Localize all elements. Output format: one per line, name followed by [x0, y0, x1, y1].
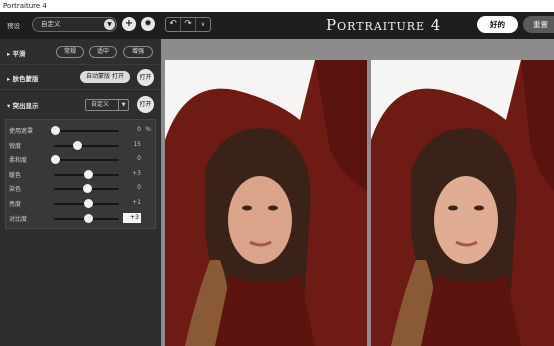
- enhance-mode-value: 自定义: [91, 101, 110, 108]
- slider-track[interactable]: [54, 159, 119, 162]
- preset-value: 自定义: [41, 20, 61, 28]
- slider-value: +1: [132, 199, 141, 206]
- skin-mask-toggle[interactable]: 打开: [137, 69, 154, 86]
- slider-knob[interactable]: [84, 169, 94, 179]
- slider-row: 使用遮罩 0%: [6, 124, 157, 137]
- slider-knob[interactable]: [84, 213, 94, 223]
- slider-knob[interactable]: [51, 155, 61, 165]
- section-smooth: ▸ 平滑 常规 适中 增强: [0, 43, 161, 61]
- section-smooth-title[interactable]: ▸ 平滑: [7, 48, 26, 58]
- slider-track[interactable]: [54, 130, 119, 132]
- portrait-image: [165, 60, 367, 346]
- auto-mask-button[interactable]: 自动蒙版 打开: [80, 71, 130, 83]
- slider-row: 亮度 +1: [6, 197, 157, 210]
- undo-button[interactable]: ↶: [166, 18, 181, 31]
- smooth-medium-button[interactable]: 适中: [89, 46, 117, 58]
- preset-label: 预设: [7, 22, 20, 30]
- preview-area: [161, 39, 554, 346]
- slider-track[interactable]: [54, 144, 119, 147]
- chevron-down-icon: ▼: [118, 100, 128, 110]
- slider-knob[interactable]: [72, 140, 82, 150]
- enhance-toggle[interactable]: 打开: [137, 96, 154, 113]
- settings-sidebar: ▸ 平滑 常规 适中 增强 ▸ 肤色蒙版 自动蒙版 打开 打开 ▾ 突出显示 打…: [0, 39, 161, 346]
- slider-value: 0: [137, 126, 141, 133]
- reset-button[interactable]: 重置: [523, 16, 554, 33]
- slider-value-input[interactable]: +3: [123, 212, 141, 223]
- toolbar: 预设 自定义 ▼ + ✹ ↶ ↷ ∨ Portraiture 4 好的 重置: [0, 12, 554, 39]
- slider-knob[interactable]: [83, 199, 93, 208]
- slider-label: 染色: [9, 186, 22, 194]
- app-title: Portraiture 4: [326, 16, 442, 34]
- slider-value: +3: [132, 169, 141, 177]
- processed-preview-image[interactable]: [371, 60, 554, 346]
- history-controls: ↶ ↷ ∨: [165, 17, 211, 32]
- divider: [0, 89, 161, 90]
- slider-label: 亮度: [9, 201, 22, 208]
- slider-label: 暖色: [9, 171, 22, 179]
- redo-button[interactable]: ↷: [181, 18, 196, 31]
- preset-select[interactable]: 自定义 ▼: [32, 17, 117, 32]
- section-skin-mask-title[interactable]: ▸ 肤色蒙版: [7, 73, 39, 83]
- chevron-down-icon: ▼: [104, 19, 115, 30]
- slider-row: 暖色 +3: [6, 168, 157, 181]
- slider-row: 锐度 15: [6, 139, 157, 152]
- slider-row: 染色 0: [6, 182, 157, 195]
- slider-row: 柔和度 0: [6, 153, 157, 166]
- enhance-slider-panel: 使用遮罩 0% 锐度 15 柔和度 0 暖色 +3 染色 0 亮度 +1 对比度 +3: [5, 119, 156, 229]
- slider-value: 0: [137, 155, 141, 163]
- slider-label: 对比度: [9, 215, 28, 223]
- gear-icon[interactable]: ✹: [141, 17, 155, 31]
- slider-knob[interactable]: [82, 184, 92, 194]
- smooth-normal-button[interactable]: 常规: [56, 46, 84, 58]
- slider-label: 锐度: [9, 142, 22, 150]
- slider-value: 15: [133, 140, 141, 148]
- ok-button[interactable]: 好的: [477, 16, 518, 33]
- smooth-strong-button[interactable]: 增强: [123, 46, 153, 58]
- slider-row: 对比度 +3: [6, 212, 157, 225]
- window-title: Portraiture 4: [0, 0, 554, 12]
- section-enhance: ▾ 突出显示 打开: [0, 95, 161, 113]
- history-dropdown-button[interactable]: ∨: [196, 18, 210, 31]
- original-preview-image[interactable]: [165, 60, 367, 346]
- divider: [0, 64, 161, 65]
- slider-knob[interactable]: [51, 126, 61, 135]
- add-preset-button[interactable]: +: [122, 17, 136, 31]
- section-skin-mask: ▸ 肤色蒙版 自动蒙版 打开 打开: [0, 68, 161, 86]
- section-enhance-title[interactable]: ▾ 突出显示: [7, 100, 39, 110]
- enhance-mode-select[interactable]: 自定义 ▼: [85, 99, 129, 111]
- slider-value: 0: [137, 184, 141, 192]
- slider-label: 使用遮罩: [9, 128, 34, 135]
- portrait-image: [371, 60, 554, 346]
- slider-label: 柔和度: [9, 157, 28, 165]
- slider-unit: %: [145, 126, 151, 133]
